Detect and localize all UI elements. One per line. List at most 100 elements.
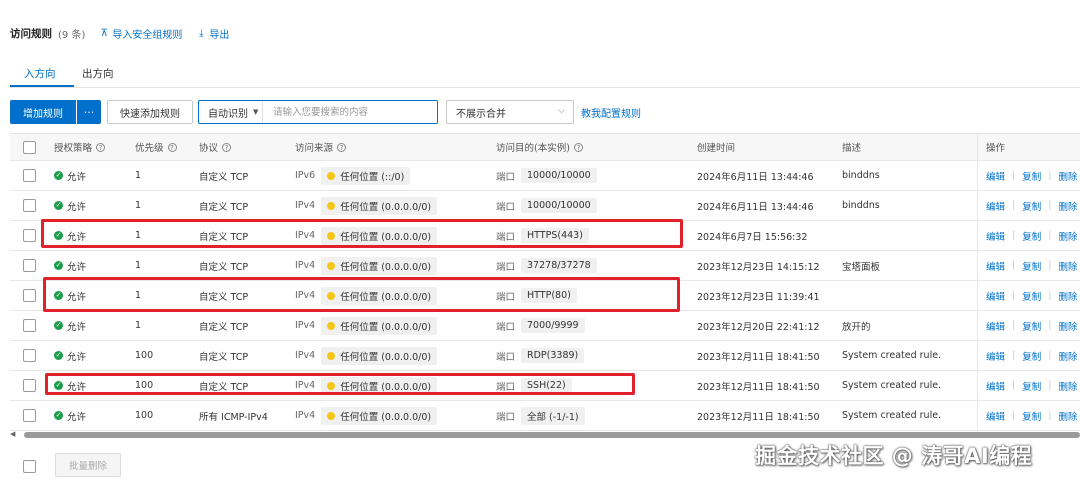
actions-cell: 编辑 | 复制 | 删除 xyxy=(977,251,1077,280)
column-header-description: 描述 xyxy=(842,143,862,154)
destination-cell: 端口 RDP(3389) xyxy=(496,341,585,370)
row-checkbox[interactable] xyxy=(23,289,36,302)
check-circle-icon: ✓ xyxy=(54,411,63,420)
column-header-priority: 优先级? xyxy=(135,134,177,160)
batch-delete-button[interactable]: 批量删除 xyxy=(55,453,121,477)
edit-link[interactable]: 编辑 xyxy=(986,379,1005,393)
edit-link[interactable]: 编辑 xyxy=(986,349,1005,363)
search-input[interactable] xyxy=(273,102,433,122)
edit-link[interactable]: 编辑 xyxy=(986,319,1005,333)
created-time-cell: 2024年6月11日 13:44:46 xyxy=(697,201,814,213)
ip-version: IPv4 xyxy=(295,320,316,331)
check-circle-icon: ✓ xyxy=(54,351,63,360)
highlight-box-https xyxy=(41,219,683,248)
row-checkbox[interactable] xyxy=(23,409,36,422)
created-time-cell: 2023年12月23日 14:15:12 xyxy=(697,261,820,273)
row-checkbox[interactable] xyxy=(23,229,36,242)
port-tag: RDP(3389) xyxy=(521,348,585,363)
tab-inbound[interactable]: 入方向 xyxy=(24,66,56,81)
select-all-checkbox[interactable] xyxy=(23,140,36,154)
source-cell: IPv4 任何位置 (0.0.0.0/0) xyxy=(295,251,438,280)
port-label: 端口 xyxy=(496,411,516,423)
copy-link[interactable]: 复制 xyxy=(1022,259,1041,273)
search-mode-select[interactable]: 自动识别 ▼ xyxy=(199,101,263,123)
horizontal-scrollbar[interactable]: ◀ xyxy=(10,430,1080,440)
merge-display-select[interactable]: 不展示合并 ⌵ xyxy=(446,100,574,124)
row-checkbox[interactable] xyxy=(23,199,36,212)
delete-link[interactable]: 删除 xyxy=(1058,349,1077,363)
help-icon[interactable]: ? xyxy=(167,142,177,152)
tab-outbound[interactable]: 出方向 xyxy=(82,66,114,81)
row-checkbox[interactable] xyxy=(23,379,36,392)
table-row: ✓ 允许 100 自定义 TCP IPv4 任何位置 (0.0.0.0/0) 端口 RDP(3… xyxy=(10,341,1080,371)
add-rule-button[interactable]: 增加规则 xyxy=(10,100,76,124)
copy-link[interactable]: 复制 xyxy=(1022,289,1041,303)
edit-link[interactable]: 编辑 xyxy=(986,169,1005,183)
ip-version: IPv4 xyxy=(295,200,316,211)
priority-cell: 1 xyxy=(135,200,142,211)
teach-config-link[interactable]: 教我配置规则 xyxy=(581,100,641,124)
created-time-cell: 2023年12月11日 18:41:50 xyxy=(697,381,820,393)
table-row: ✓ 允许 1 自定义 TCP IPv6 任何位置 (::/0) 端口 10000/10000 2… xyxy=(10,161,1080,191)
quick-add-rule-button[interactable]: 快速添加规则 xyxy=(107,100,193,124)
scroll-left-icon[interactable]: ◀ xyxy=(10,430,15,438)
edit-link[interactable]: 编辑 xyxy=(986,199,1005,213)
divider: | xyxy=(1012,230,1016,241)
copy-link[interactable]: 复制 xyxy=(1022,319,1041,333)
created-time-cell: 2024年6月7日 15:56:32 xyxy=(697,231,808,243)
delete-link[interactable]: 删除 xyxy=(1058,409,1077,423)
page-title: 访问规则 xyxy=(10,27,52,40)
scrollbar-thumb[interactable] xyxy=(24,432,1080,438)
delete-link[interactable]: 删除 xyxy=(1058,379,1077,393)
table-row: ✓ 允许 1 自定义 TCP IPv4 任何位置 (0.0.0.0/0) 端口 7000/99… xyxy=(10,311,1080,341)
source-tag: 任何位置 (0.0.0.0/0) xyxy=(321,316,438,335)
delete-link[interactable]: 删除 xyxy=(1058,289,1077,303)
edit-link[interactable]: 编辑 xyxy=(986,289,1005,303)
edit-link[interactable]: 编辑 xyxy=(986,229,1005,243)
copy-link[interactable]: 复制 xyxy=(1022,229,1041,243)
footer-select-checkbox[interactable] xyxy=(23,460,36,473)
source-cell: IPv4 任何位置 (0.0.0.0/0) xyxy=(295,311,438,340)
row-checkbox[interactable] xyxy=(23,259,36,272)
delete-link[interactable]: 删除 xyxy=(1058,229,1077,243)
actions-cell: 编辑 | 复制 | 删除 xyxy=(977,341,1077,370)
check-circle-icon: ✓ xyxy=(54,171,63,180)
edit-link[interactable]: 编辑 xyxy=(986,409,1005,423)
policy-cell: ✓ 允许 xyxy=(54,351,87,363)
copy-link[interactable]: 复制 xyxy=(1022,199,1041,213)
export-link[interactable]: ⤓ 导出 xyxy=(196,26,229,41)
description-cell: System created rule. xyxy=(842,410,942,421)
import-rules-link[interactable]: ⊼ 导入安全组规则 xyxy=(99,26,183,41)
export-label: 导出 xyxy=(209,29,230,41)
rules-header: 访问规则 (9 条) ⊼ 导入安全组规则 ⤓ 导出 xyxy=(10,26,229,41)
edit-link[interactable]: 编辑 xyxy=(986,259,1005,273)
help-icon[interactable]: ? xyxy=(573,142,583,152)
copy-link[interactable]: 复制 xyxy=(1022,409,1041,423)
divider: | xyxy=(1048,200,1052,211)
delete-link[interactable]: 删除 xyxy=(1058,169,1077,183)
more-actions-button[interactable]: ··· xyxy=(77,100,101,124)
help-icon[interactable]: ? xyxy=(96,142,106,152)
help-icon[interactable]: ? xyxy=(337,142,347,152)
source-cell: IPv4 任何位置 (0.0.0.0/0) xyxy=(295,341,438,370)
source-cell: IPv4 任何位置 (0.0.0.0/0) xyxy=(295,401,438,430)
copy-link[interactable]: 复制 xyxy=(1022,379,1041,393)
help-icon[interactable]: ? xyxy=(222,142,232,152)
caret-down-icon: ▼ xyxy=(253,108,259,116)
row-checkbox[interactable] xyxy=(23,169,36,182)
delete-link[interactable]: 删除 xyxy=(1058,319,1077,333)
active-tab-indicator xyxy=(10,85,74,87)
row-checkbox[interactable] xyxy=(23,319,36,332)
column-header-protocol: 协议? xyxy=(199,134,232,160)
source-tag: 任何位置 (0.0.0.0/0) xyxy=(321,256,438,275)
delete-link[interactable]: 删除 xyxy=(1058,199,1077,213)
row-checkbox[interactable] xyxy=(23,349,36,362)
port-tag: 7000/9999 xyxy=(521,318,585,333)
copy-link[interactable]: 复制 xyxy=(1022,169,1041,183)
created-time-cell: 2023年12月23日 11:39:41 xyxy=(697,291,820,303)
location-dot-icon xyxy=(327,171,336,180)
copy-link[interactable]: 复制 xyxy=(1022,349,1041,363)
destination-cell: 端口 全部 (-1/-1) xyxy=(496,401,585,430)
delete-link[interactable]: 删除 xyxy=(1058,259,1077,273)
import-icon: ⊼ xyxy=(100,27,108,39)
